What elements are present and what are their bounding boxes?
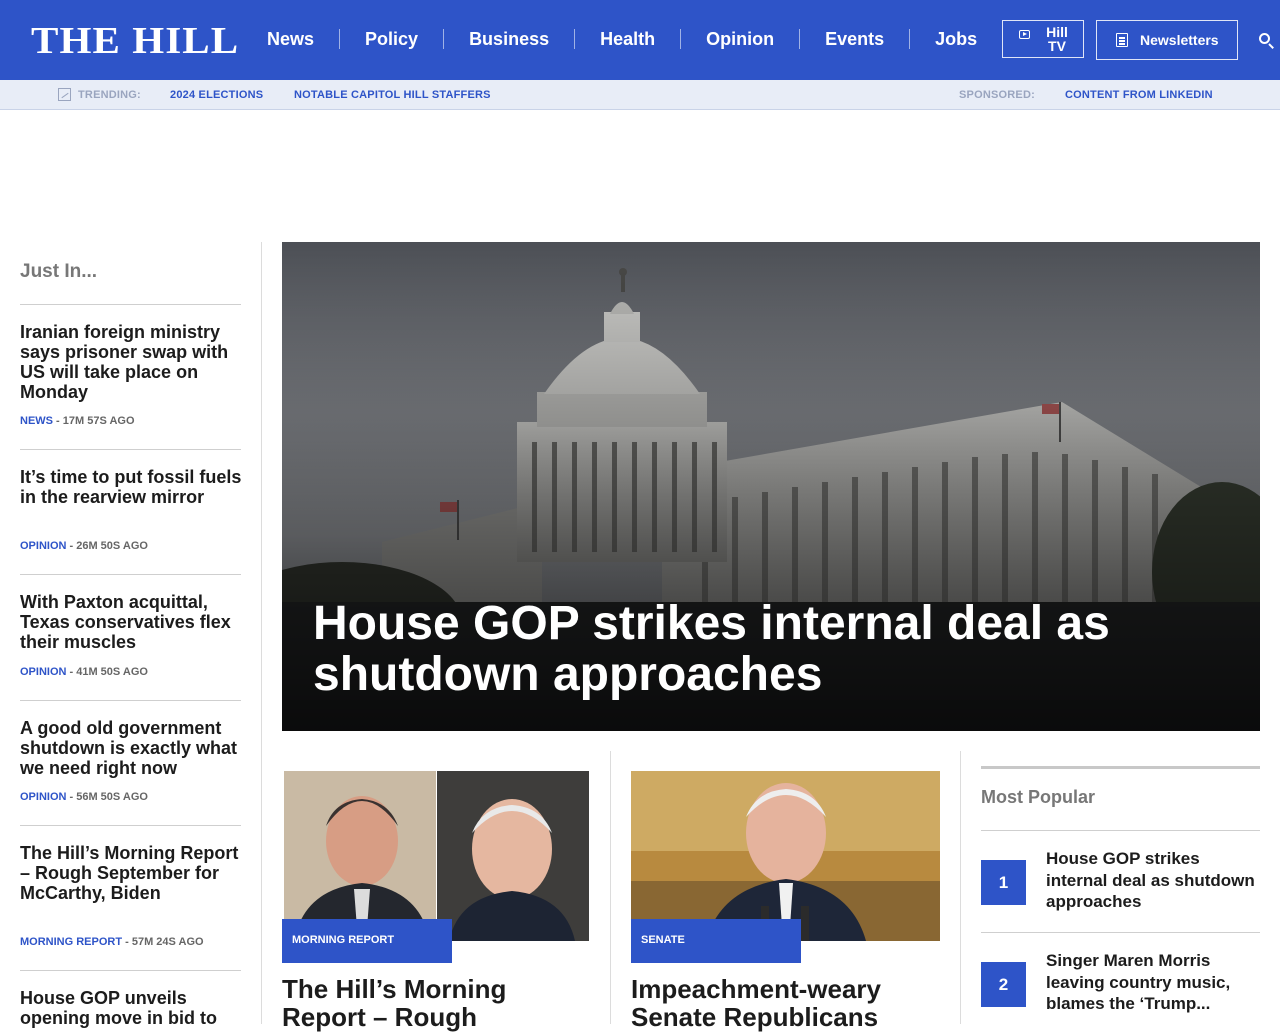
trending-link-elections[interactable]: 2024 ELECTIONS bbox=[170, 88, 263, 102]
hill-tv-label: Hill TV bbox=[1045, 25, 1069, 53]
hill-tv-button[interactable]: Hill TV bbox=[1002, 20, 1084, 58]
nav-separator bbox=[443, 29, 445, 49]
divider bbox=[20, 574, 241, 575]
card-headline[interactable]: The Hill’s Morning Report – Rough bbox=[282, 975, 597, 1031]
site-logo[interactable]: THE HILL bbox=[31, 21, 239, 61]
sponsored-link[interactable]: CONTENT FROM LINKEDIN bbox=[1065, 88, 1213, 102]
just-in-category[interactable]: NEWS bbox=[20, 415, 53, 427]
divider bbox=[20, 970, 241, 971]
card-image-mccarthy-biden[interactable] bbox=[284, 771, 589, 941]
sidebar-divider bbox=[261, 242, 262, 1024]
just-in-time: - 17M 57S AGO bbox=[53, 415, 135, 427]
nav-health[interactable]: Health bbox=[600, 27, 655, 51]
nav-jobs[interactable]: Jobs bbox=[935, 27, 977, 51]
trending-bar: TRENDING: 2024 ELECTIONS NOTABLE CAPITOL… bbox=[0, 80, 1280, 110]
just-in-category[interactable]: OPINION bbox=[20, 791, 66, 803]
column-divider bbox=[960, 751, 961, 1024]
trending-label: TRENDING: bbox=[78, 89, 141, 101]
rank-badge: 2 bbox=[981, 962, 1026, 1007]
newsletters-button[interactable]: Newsletters bbox=[1096, 20, 1238, 60]
just-in-category[interactable]: OPINION bbox=[20, 666, 66, 678]
just-in-category[interactable]: MORNING REPORT bbox=[20, 936, 122, 948]
just-in-time: - 41M 50S AGO bbox=[66, 666, 148, 678]
just-in-headline[interactable]: House GOP unveils opening move in bid to bbox=[20, 988, 242, 1028]
just-in-headline[interactable]: It’s time to put fossil fuels in the rea… bbox=[20, 467, 242, 507]
just-in-title: Just In... bbox=[20, 261, 98, 282]
card-tag-morning-report[interactable]: MORNING REPORT bbox=[282, 919, 452, 963]
most-popular-headline[interactable]: House GOP strikes internal deal as shutd… bbox=[1046, 848, 1258, 913]
newsletter-icon bbox=[1116, 33, 1128, 47]
just-in-headline[interactable]: The Hill’s Morning Report – Rough Septem… bbox=[20, 843, 242, 903]
just-in-headline[interactable]: A good old government shutdown is exactl… bbox=[20, 718, 242, 778]
nav-separator bbox=[680, 29, 682, 49]
rank-badge: 1 bbox=[981, 860, 1026, 905]
divider bbox=[20, 700, 241, 701]
divider bbox=[20, 304, 241, 305]
trending-icon bbox=[58, 88, 71, 101]
just-in-meta: OPINION - 26M 50S AGO bbox=[20, 539, 148, 553]
nav-business[interactable]: Business bbox=[469, 27, 549, 51]
main-nav: News Policy Business Health Opinion Even… bbox=[267, 27, 977, 51]
most-popular-headline[interactable]: Singer Maren Morris leaving country musi… bbox=[1046, 950, 1258, 1015]
hill-tv-label-line2: TV bbox=[1048, 38, 1066, 54]
portrait-photo bbox=[284, 771, 589, 941]
site-header: THE HILL News Policy Business Health Opi… bbox=[0, 0, 1280, 80]
hill-tv-label-line1: Hill bbox=[1046, 24, 1068, 40]
card-image-biden[interactable] bbox=[631, 771, 940, 941]
nav-opinion[interactable]: Opinion bbox=[706, 27, 774, 51]
hero-headline[interactable]: House GOP strikes internal deal as shutd… bbox=[313, 598, 1213, 700]
nav-news[interactable]: News bbox=[267, 27, 314, 51]
just-in-meta: MORNING REPORT - 57M 24S AGO bbox=[20, 935, 204, 949]
search-icon[interactable] bbox=[1259, 33, 1273, 47]
nav-separator bbox=[574, 29, 576, 49]
just-in-meta: OPINION - 41M 50S AGO bbox=[20, 665, 148, 679]
trending-link-staffers[interactable]: NOTABLE CAPITOL HILL STAFFERS bbox=[294, 88, 491, 102]
nav-separator bbox=[909, 29, 911, 49]
divider bbox=[20, 825, 241, 826]
divider bbox=[981, 932, 1260, 933]
column-divider bbox=[610, 751, 611, 1024]
just-in-headline[interactable]: Iranian foreign ministry says prisoner s… bbox=[20, 322, 242, 402]
just-in-meta: OPINION - 56M 50S AGO bbox=[20, 790, 148, 804]
nav-separator bbox=[799, 29, 801, 49]
just-in-category[interactable]: OPINION bbox=[20, 540, 66, 552]
play-icon bbox=[1019, 30, 1030, 39]
just-in-time: - 56M 50S AGO bbox=[66, 791, 148, 803]
most-popular-title: Most Popular bbox=[981, 787, 1096, 807]
most-popular-top-rule bbox=[981, 766, 1260, 769]
nav-events[interactable]: Events bbox=[825, 27, 884, 51]
just-in-headline[interactable]: With Paxton acquittal, Texas conservativ… bbox=[20, 592, 242, 652]
card-tag-senate[interactable]: SENATE bbox=[631, 919, 801, 963]
just-in-meta: NEWS - 17M 57S AGO bbox=[20, 414, 135, 428]
portrait-photo bbox=[631, 771, 940, 941]
card-headline[interactable]: Impeachment-weary Senate Republicans bbox=[631, 975, 946, 1031]
just-in-time: - 26M 50S AGO bbox=[66, 540, 148, 552]
divider bbox=[981, 830, 1260, 831]
nav-policy[interactable]: Policy bbox=[365, 27, 418, 51]
sponsored-label: SPONSORED: bbox=[959, 89, 1035, 101]
divider bbox=[20, 449, 241, 450]
nav-separator bbox=[339, 29, 341, 49]
just-in-time: - 57M 24S AGO bbox=[122, 936, 204, 948]
newsletters-label: Newsletters bbox=[1140, 32, 1219, 48]
